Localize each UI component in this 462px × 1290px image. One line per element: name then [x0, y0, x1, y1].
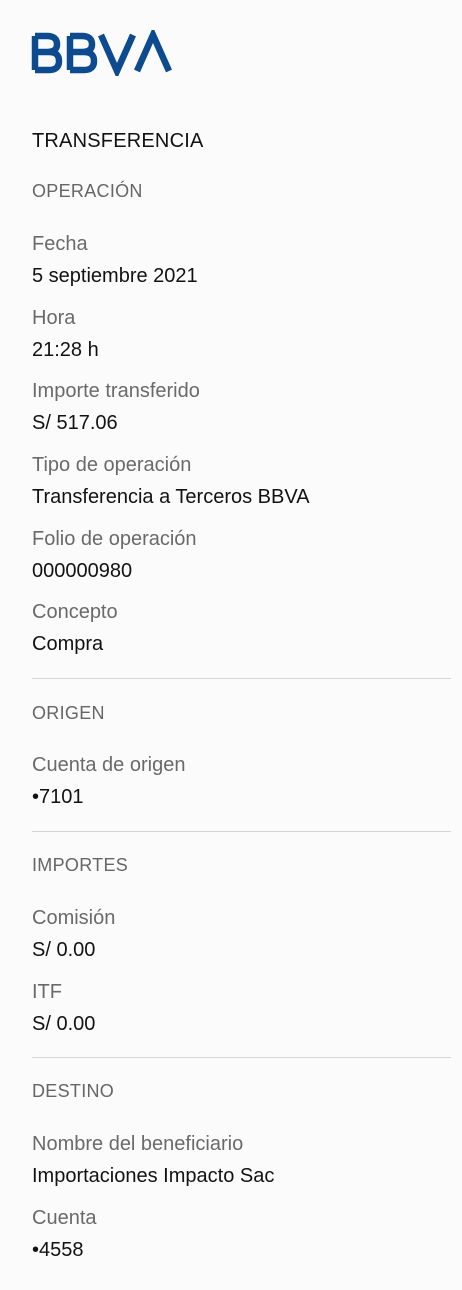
field-value-fecha: 5 septiembre 2021	[32, 265, 198, 287]
field-value-tipo-operacion: Transferencia a Terceros BBVA	[32, 486, 310, 508]
field-label-concepto: Concepto	[32, 601, 118, 623]
field-value-beneficiario: Importaciones Impacto Sac	[32, 1165, 275, 1187]
field-label-hora: Hora	[32, 307, 76, 329]
field-value-itf: S/ 0.00	[32, 1013, 96, 1035]
section-divider	[32, 1057, 451, 1058]
section-title-origen: ORIGEN	[32, 703, 105, 723]
field-value-folio: 000000980	[32, 560, 133, 582]
field-label-importe: Importe transferido	[32, 380, 200, 402]
field-value-importe: S/ 517.06	[32, 412, 118, 434]
field-value-cuenta-destino: •4558	[32, 1239, 84, 1261]
page-title: TRANSFERENCIA	[32, 130, 204, 152]
field-value-comision: S/ 0.00	[32, 939, 96, 961]
bbva-logo	[31, 30, 173, 76]
field-label-comision: Comisión	[32, 907, 116, 929]
field-label-itf: ITF	[32, 981, 62, 1003]
field-label-beneficiario: Nombre del beneficiario	[32, 1133, 244, 1155]
field-label-fecha: Fecha	[32, 233, 88, 255]
section-title-destino: DESTINO	[32, 1081, 115, 1101]
field-label-cuenta-origen: Cuenta de origen	[32, 754, 186, 776]
field-label-cuenta-destino: Cuenta	[32, 1207, 97, 1229]
section-title-importes: IMPORTES	[32, 855, 129, 875]
field-value-hora: 21:28 h	[32, 339, 99, 361]
field-label-tipo-operacion: Tipo de operación	[32, 454, 192, 476]
section-title-operacion: OPERACIÓN	[32, 181, 143, 201]
section-divider	[32, 678, 451, 679]
field-label-folio: Folio de operación	[32, 528, 197, 550]
section-divider	[32, 831, 451, 832]
field-value-concepto: Compra	[32, 633, 104, 655]
field-value-cuenta-origen: •7101	[32, 786, 84, 808]
